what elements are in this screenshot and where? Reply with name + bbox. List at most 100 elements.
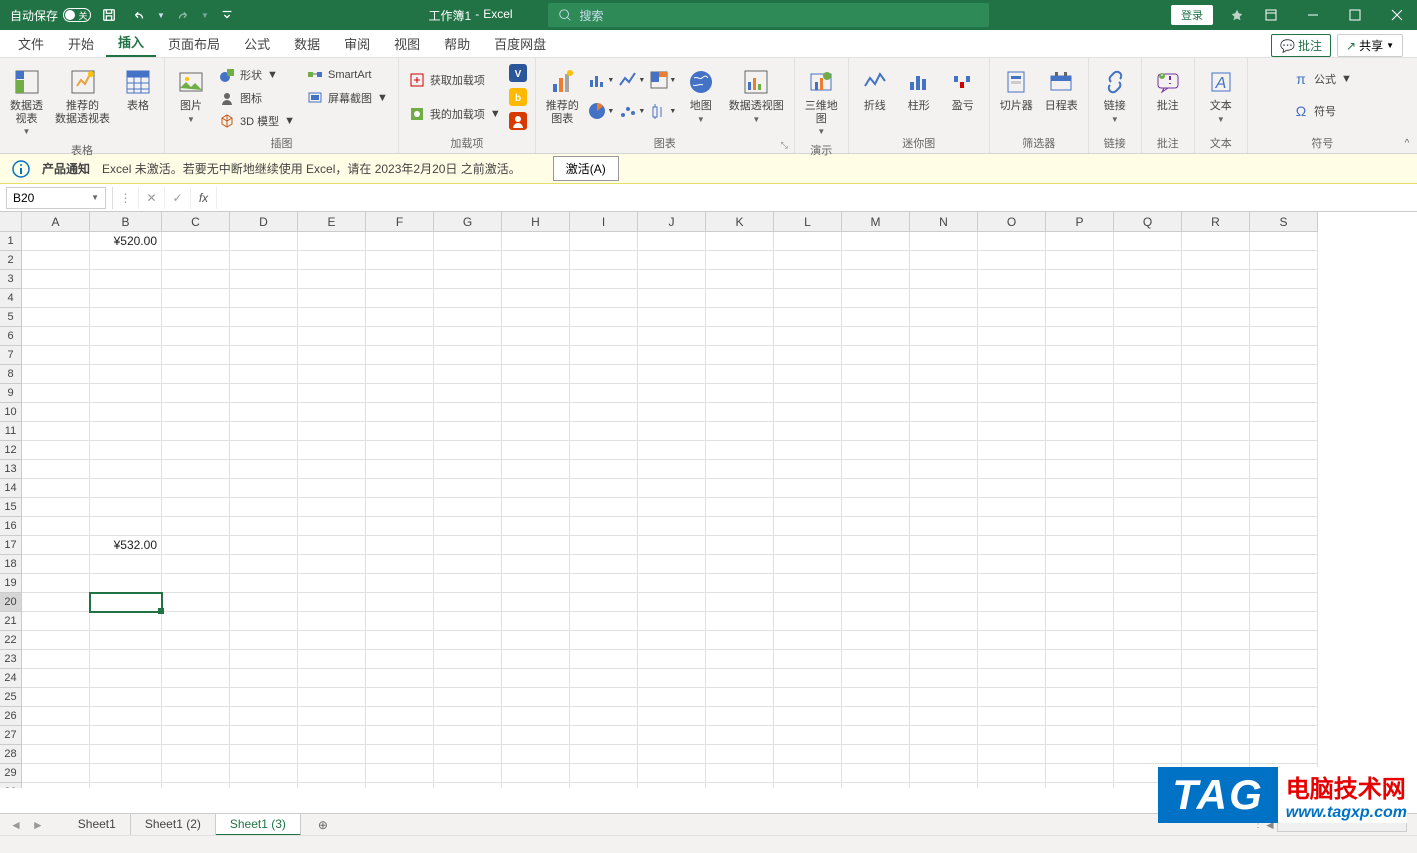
cell[interactable] [910, 384, 978, 403]
cell[interactable] [706, 612, 774, 631]
cell[interactable] [90, 441, 162, 460]
cell[interactable] [910, 650, 978, 669]
cell[interactable] [1046, 460, 1114, 479]
cell[interactable] [1250, 631, 1318, 650]
cell[interactable] [1182, 612, 1250, 631]
cell[interactable] [1182, 308, 1250, 327]
cell[interactable] [90, 707, 162, 726]
table-button[interactable]: 表格 [118, 62, 158, 117]
cell[interactable] [774, 517, 842, 536]
cell[interactable] [434, 422, 502, 441]
sheet-tab[interactable]: Sheet1 [64, 814, 131, 836]
cell[interactable] [706, 384, 774, 403]
recommended-charts-button[interactable]: 推荐的 图表 [542, 62, 583, 129]
cell[interactable] [1114, 536, 1182, 555]
cell[interactable] [842, 365, 910, 384]
cell[interactable] [366, 707, 434, 726]
cell[interactable] [1182, 745, 1250, 764]
cell[interactable] [162, 308, 230, 327]
cell[interactable] [978, 669, 1046, 688]
cell[interactable] [90, 498, 162, 517]
cell[interactable] [1250, 555, 1318, 574]
cell[interactable] [706, 707, 774, 726]
row-header[interactable]: 26 [0, 707, 22, 726]
cell[interactable] [230, 498, 298, 517]
cell[interactable] [774, 308, 842, 327]
row-header[interactable]: 16 [0, 517, 22, 536]
cell[interactable] [502, 555, 570, 574]
cell[interactable] [1114, 365, 1182, 384]
sheet-tab[interactable]: Sheet1 (3) [216, 814, 301, 836]
cell[interactable] [1114, 688, 1182, 707]
cell[interactable] [162, 745, 230, 764]
row-header[interactable]: 30 [0, 783, 22, 788]
cell[interactable] [230, 270, 298, 289]
cell[interactable] [1114, 384, 1182, 403]
cell[interactable] [910, 764, 978, 783]
cell[interactable] [1114, 232, 1182, 251]
cell[interactable] [638, 479, 706, 498]
cell[interactable] [638, 365, 706, 384]
tab-insert[interactable]: 插入 [106, 28, 156, 57]
cell[interactable] [1046, 403, 1114, 422]
cell[interactable] [978, 593, 1046, 612]
cell[interactable] [638, 726, 706, 745]
cell[interactable] [502, 232, 570, 251]
bing-addin-icon[interactable]: b [509, 88, 529, 108]
close-icon[interactable] [1377, 0, 1417, 30]
cell[interactable] [910, 745, 978, 764]
cell[interactable] [366, 574, 434, 593]
column-chart-icon[interactable]: ▼ [587, 66, 615, 94]
cell[interactable] [1046, 498, 1114, 517]
cell[interactable] [1250, 498, 1318, 517]
cell[interactable] [842, 612, 910, 631]
cell[interactable] [978, 289, 1046, 308]
cell[interactable] [298, 441, 366, 460]
cell[interactable] [90, 384, 162, 403]
cell[interactable] [1182, 517, 1250, 536]
cell[interactable] [706, 745, 774, 764]
cell[interactable] [1046, 631, 1114, 650]
cell[interactable] [706, 669, 774, 688]
cell[interactable] [1046, 479, 1114, 498]
cell[interactable] [298, 346, 366, 365]
cell[interactable] [298, 498, 366, 517]
cell[interactable] [774, 688, 842, 707]
cell[interactable] [1182, 688, 1250, 707]
cell[interactable] [570, 669, 638, 688]
comment-button[interactable]: 批注 [1148, 62, 1188, 117]
row-header[interactable]: 19 [0, 574, 22, 593]
cell[interactable] [910, 536, 978, 555]
cell[interactable] [706, 479, 774, 498]
cell[interactable] [502, 327, 570, 346]
cell[interactable] [502, 764, 570, 783]
cell[interactable] [22, 726, 90, 745]
cell[interactable] [1114, 745, 1182, 764]
cell[interactable] [1250, 365, 1318, 384]
cell[interactable] [1250, 346, 1318, 365]
cell[interactable] [1046, 365, 1114, 384]
row-header[interactable]: 17 [0, 536, 22, 555]
minimize-icon[interactable] [1293, 0, 1333, 30]
cell[interactable] [434, 327, 502, 346]
cell[interactable] [910, 308, 978, 327]
cell[interactable] [638, 745, 706, 764]
cell[interactable] [502, 460, 570, 479]
row-header[interactable]: 6 [0, 327, 22, 346]
cell[interactable] [434, 441, 502, 460]
cell[interactable] [706, 498, 774, 517]
cell[interactable] [842, 593, 910, 612]
cell[interactable] [638, 555, 706, 574]
col-header[interactable]: B [90, 212, 162, 232]
cell[interactable] [162, 612, 230, 631]
cell[interactable] [1250, 517, 1318, 536]
cell[interactable] [978, 422, 1046, 441]
cell[interactable] [978, 346, 1046, 365]
cell[interactable] [298, 251, 366, 270]
cell[interactable] [90, 251, 162, 270]
cell[interactable] [570, 612, 638, 631]
cell[interactable] [910, 327, 978, 346]
row-header[interactable]: 8 [0, 365, 22, 384]
tab-home[interactable]: 开始 [56, 30, 106, 57]
cell[interactable] [22, 688, 90, 707]
